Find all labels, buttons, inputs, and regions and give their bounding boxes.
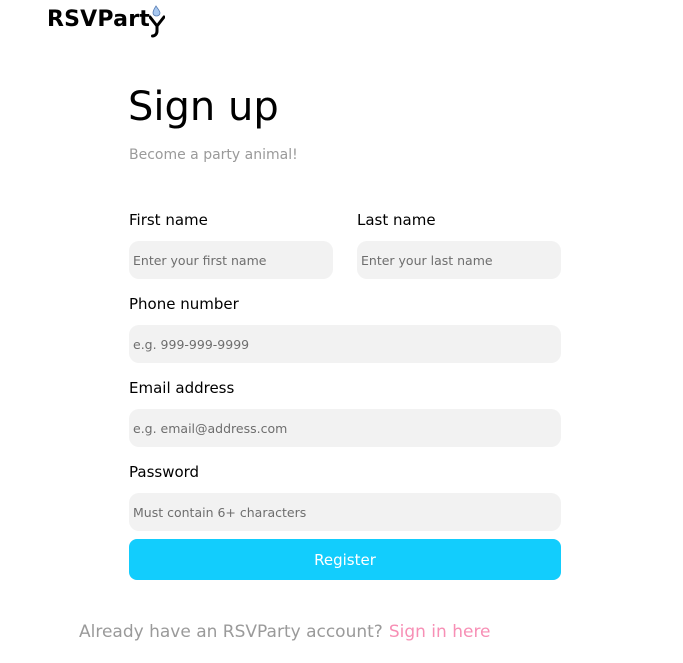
last-name-label: Last name	[357, 211, 436, 229]
page-title: Sign up	[128, 84, 279, 130]
email-address-label: Email address	[129, 379, 235, 397]
sign-in-prompt: Already have an RSVParty account? Sign in…	[79, 620, 491, 644]
sign-in-prompt-text: Already have an RSVParty account?	[79, 622, 383, 642]
last-name-field[interactable]	[357, 241, 561, 279]
email-field[interactable]	[129, 409, 561, 447]
first-name-label: First name	[129, 211, 208, 229]
phone-number-field[interactable]	[129, 325, 561, 363]
first-name-field[interactable]	[129, 241, 333, 279]
password-field[interactable]	[129, 493, 561, 531]
brand-logo-text: RSVPart	[47, 7, 150, 32]
password-label: Password	[129, 463, 200, 481]
register-button[interactable]: Register	[129, 539, 561, 580]
page-subtitle: Become a party animal!	[129, 147, 298, 163]
sign-in-link[interactable]: Sign in here	[389, 622, 491, 642]
phone-number-label: Phone number	[129, 295, 239, 313]
brand-logo[interactable]: RSVPart	[47, 5, 165, 39]
party-drink-y-icon	[148, 5, 165, 39]
